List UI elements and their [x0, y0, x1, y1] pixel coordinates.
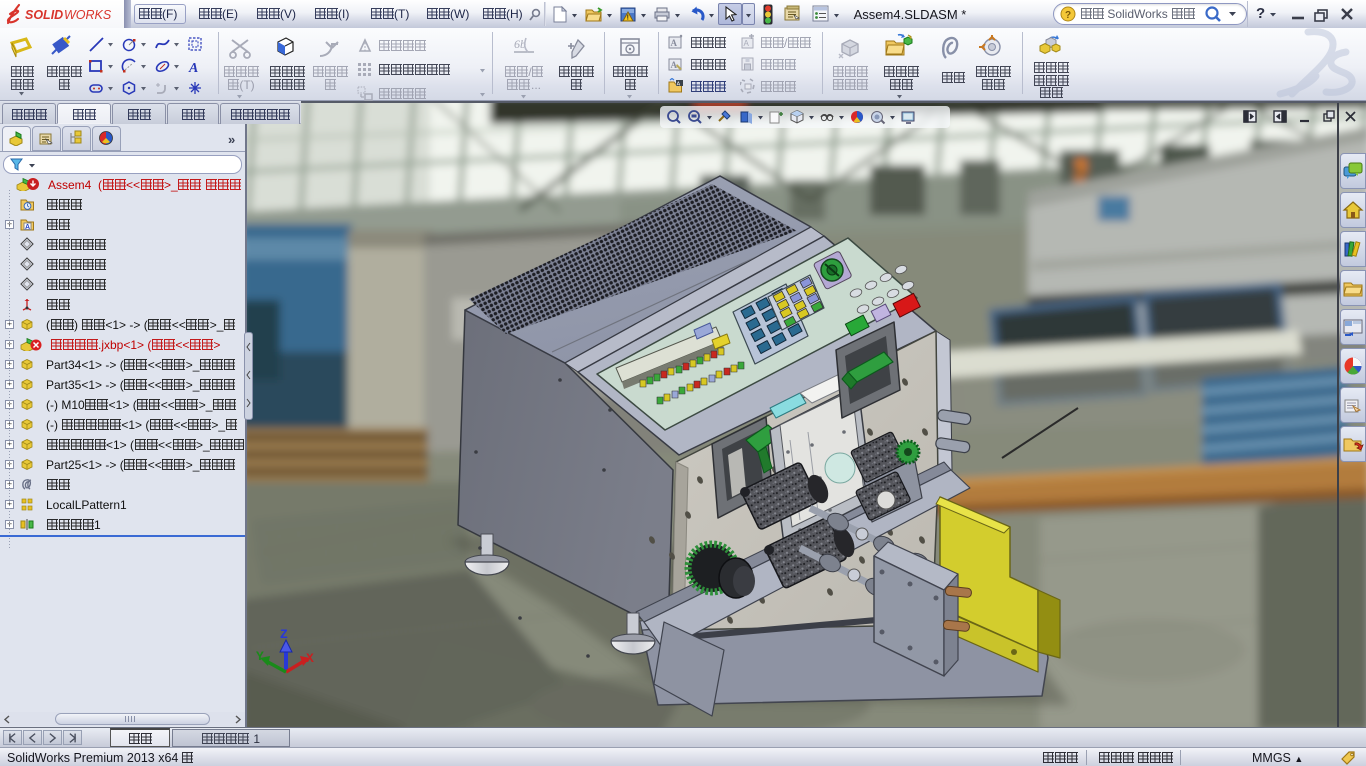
svg-text:A: A [671, 60, 678, 70]
svg-text:A: A [677, 82, 681, 88]
svg-text:A: A [25, 224, 30, 231]
svg-text:Z: Z [280, 627, 288, 642]
svg-text:X: X [306, 651, 314, 666]
svg-text:A: A [188, 61, 198, 75]
svg-text:WORKS: WORKS [64, 8, 112, 22]
svg-text:?: ? [1065, 10, 1071, 21]
svg-text:A: A [671, 38, 678, 48]
svg-text:!: ! [627, 15, 629, 22]
svg-text:Y: Y [256, 649, 264, 664]
svg-text:A: A [744, 39, 750, 48]
svg-text:SOLID: SOLID [25, 8, 63, 22]
